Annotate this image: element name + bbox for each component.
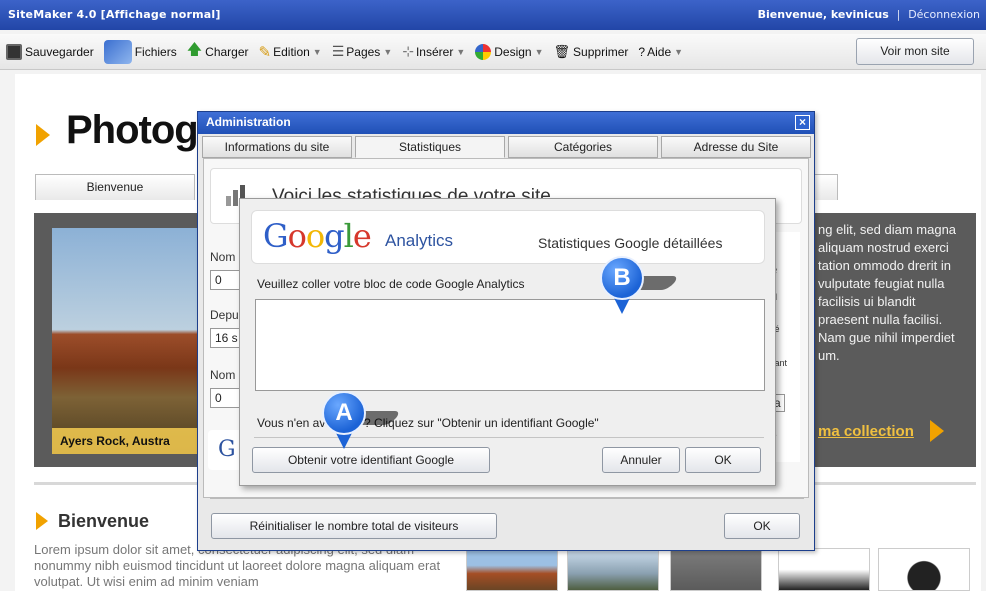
field-label: Nom — [210, 250, 236, 264]
upload-button[interactable]: 🡅 Charger — [187, 39, 249, 64]
chevron-down-icon: ▼ — [674, 46, 684, 57]
admin-title: Administration — [206, 115, 291, 129]
admin-ok-button[interactable]: OK — [724, 513, 800, 539]
collection-link[interactable]: ma collection — [818, 423, 914, 440]
admin-titlebar: Administration × — [198, 112, 814, 134]
ga-code-textarea[interactable] — [255, 299, 765, 391]
separator: | — [896, 8, 901, 21]
save-button[interactable]: Sauvegarder — [6, 43, 94, 60]
site-tab-stub[interactable] — [813, 174, 838, 200]
pages-menu[interactable]: ☰ Pages ▼ — [332, 43, 393, 60]
view-mode: [Affichage normal] — [100, 8, 221, 21]
welcome-text: Bienvenue, kevinicus — [757, 8, 889, 21]
logo-letter: e — [352, 217, 372, 255]
thumbnail[interactable] — [466, 548, 558, 591]
site-title: Photogr — [66, 108, 213, 152]
floppy-icon — [6, 43, 22, 60]
tab-informations[interactable]: Informations du site — [202, 136, 352, 158]
cancel-button[interactable]: Annuler — [602, 447, 680, 473]
title-arrow-icon — [36, 124, 50, 146]
design-label: Design — [494, 44, 532, 59]
thumbnail[interactable] — [567, 548, 659, 591]
insert-label: Insérer — [415, 44, 454, 59]
logo-letter: l — [343, 217, 354, 255]
site-tab-bienvenue[interactable]: Bienvenue — [35, 174, 195, 200]
ga-subtitle: Statistiques Google détaillées — [538, 235, 723, 251]
analytics-label: Analytics — [385, 231, 454, 250]
marker-b: B — [600, 256, 680, 316]
reset-visitors-button[interactable]: Réinitialiser le nombre total de visiteu… — [211, 513, 497, 539]
app-header: SiteMaker 4.0 [Affichage normal] — [8, 8, 221, 21]
logo-letter: g — [324, 217, 345, 255]
design-menu[interactable]: Design ▼ — [475, 43, 544, 60]
field-label: Nom — [210, 368, 236, 382]
tab-statistiques[interactable]: Statistiques — [355, 136, 505, 158]
pencil-icon: ✎ — [258, 43, 272, 61]
chevron-down-icon: ▼ — [534, 46, 544, 57]
obtain-google-id-button[interactable]: Obtenir votre identifiant Google — [252, 447, 490, 473]
thumbnail[interactable] — [778, 548, 870, 591]
ga-ok-button[interactable]: OK — [685, 447, 761, 473]
files-button[interactable]: Fichiers — [103, 39, 177, 64]
section-arrow-icon — [36, 512, 48, 530]
google-analytics-dialog: Google Analytics Statistiques Google dét… — [239, 198, 776, 486]
trash-icon: 🗑 — [553, 43, 571, 59]
save-label: Sauvegarder — [25, 44, 94, 59]
marker-a-label: A — [322, 391, 366, 435]
upload-arrow-icon: 🡅 — [186, 41, 203, 58]
edit-menu[interactable]: ✎ Edition ▼ — [259, 43, 322, 61]
paste-code-label: Veuillez coller votre bloc de code Googl… — [257, 277, 525, 291]
ga-hint: Vous n'en avez pas ? Cliquez sur "Obteni… — [257, 416, 599, 430]
delete-label: Supprimer — [573, 44, 629, 59]
pages-label: Pages — [346, 44, 381, 59]
logo-letter: o — [287, 217, 307, 255]
band-text: ng elit, sed diam magna aliquam nostrud … — [818, 222, 957, 363]
pages-icon: ☰ — [331, 43, 345, 59]
admin-divider — [210, 498, 804, 499]
upload-label: Charger — [205, 44, 249, 59]
google-logo: Google — [263, 217, 372, 255]
thumbnail[interactable] — [670, 548, 762, 591]
thumbnail[interactable] — [878, 548, 970, 591]
chevron-down-icon: ▼ — [312, 46, 322, 57]
tab-adresse[interactable]: Adresse du Site — [661, 136, 811, 158]
user-area: Bienvenue, kevinicus | Déconnexion — [758, 8, 980, 21]
help-icon: ? — [638, 44, 646, 59]
feature-photo — [52, 228, 198, 454]
tab-categories[interactable]: Catégories — [508, 136, 658, 158]
delete-button[interactable]: 🗑 Supprimer — [554, 44, 629, 60]
insert-menu[interactable]: ⊹ Insérer ▼ — [402, 43, 465, 60]
view-site-button[interactable]: Voir mon site — [856, 38, 974, 65]
section-title: Bienvenue — [58, 511, 150, 531]
help-label: Aide — [647, 44, 672, 59]
help-menu[interactable]: ? Aide ▼ — [638, 45, 683, 59]
files-icon — [103, 39, 132, 64]
field-label: Depu — [210, 308, 239, 322]
chevron-down-icon: ▼ — [383, 46, 393, 57]
chevron-down-icon: ▼ — [456, 46, 466, 57]
app-title: SiteMaker 4.0 — [8, 8, 97, 21]
logout-link[interactable]: Déconnexion — [908, 8, 980, 21]
main-toolbar: Sauvegarder Fichiers 🡅 Charger ✎ Edition… — [0, 34, 986, 70]
insert-icon: ⊹ — [402, 43, 414, 59]
marker-b-label: B — [600, 256, 644, 300]
logo-letter: o — [305, 217, 325, 255]
logo-letter: G — [263, 217, 289, 255]
files-label: Fichiers — [134, 44, 177, 59]
edit-label: Edition — [273, 44, 310, 59]
photo-caption: Ayers Rock, Austra — [52, 428, 198, 454]
close-icon[interactable]: × — [795, 115, 810, 130]
link-arrow-icon — [930, 420, 944, 442]
top-bar: SiteMaker 4.0 [Affichage normal] Bienven… — [0, 0, 986, 30]
marker-a: A — [322, 391, 402, 451]
design-palette-icon — [475, 43, 492, 60]
